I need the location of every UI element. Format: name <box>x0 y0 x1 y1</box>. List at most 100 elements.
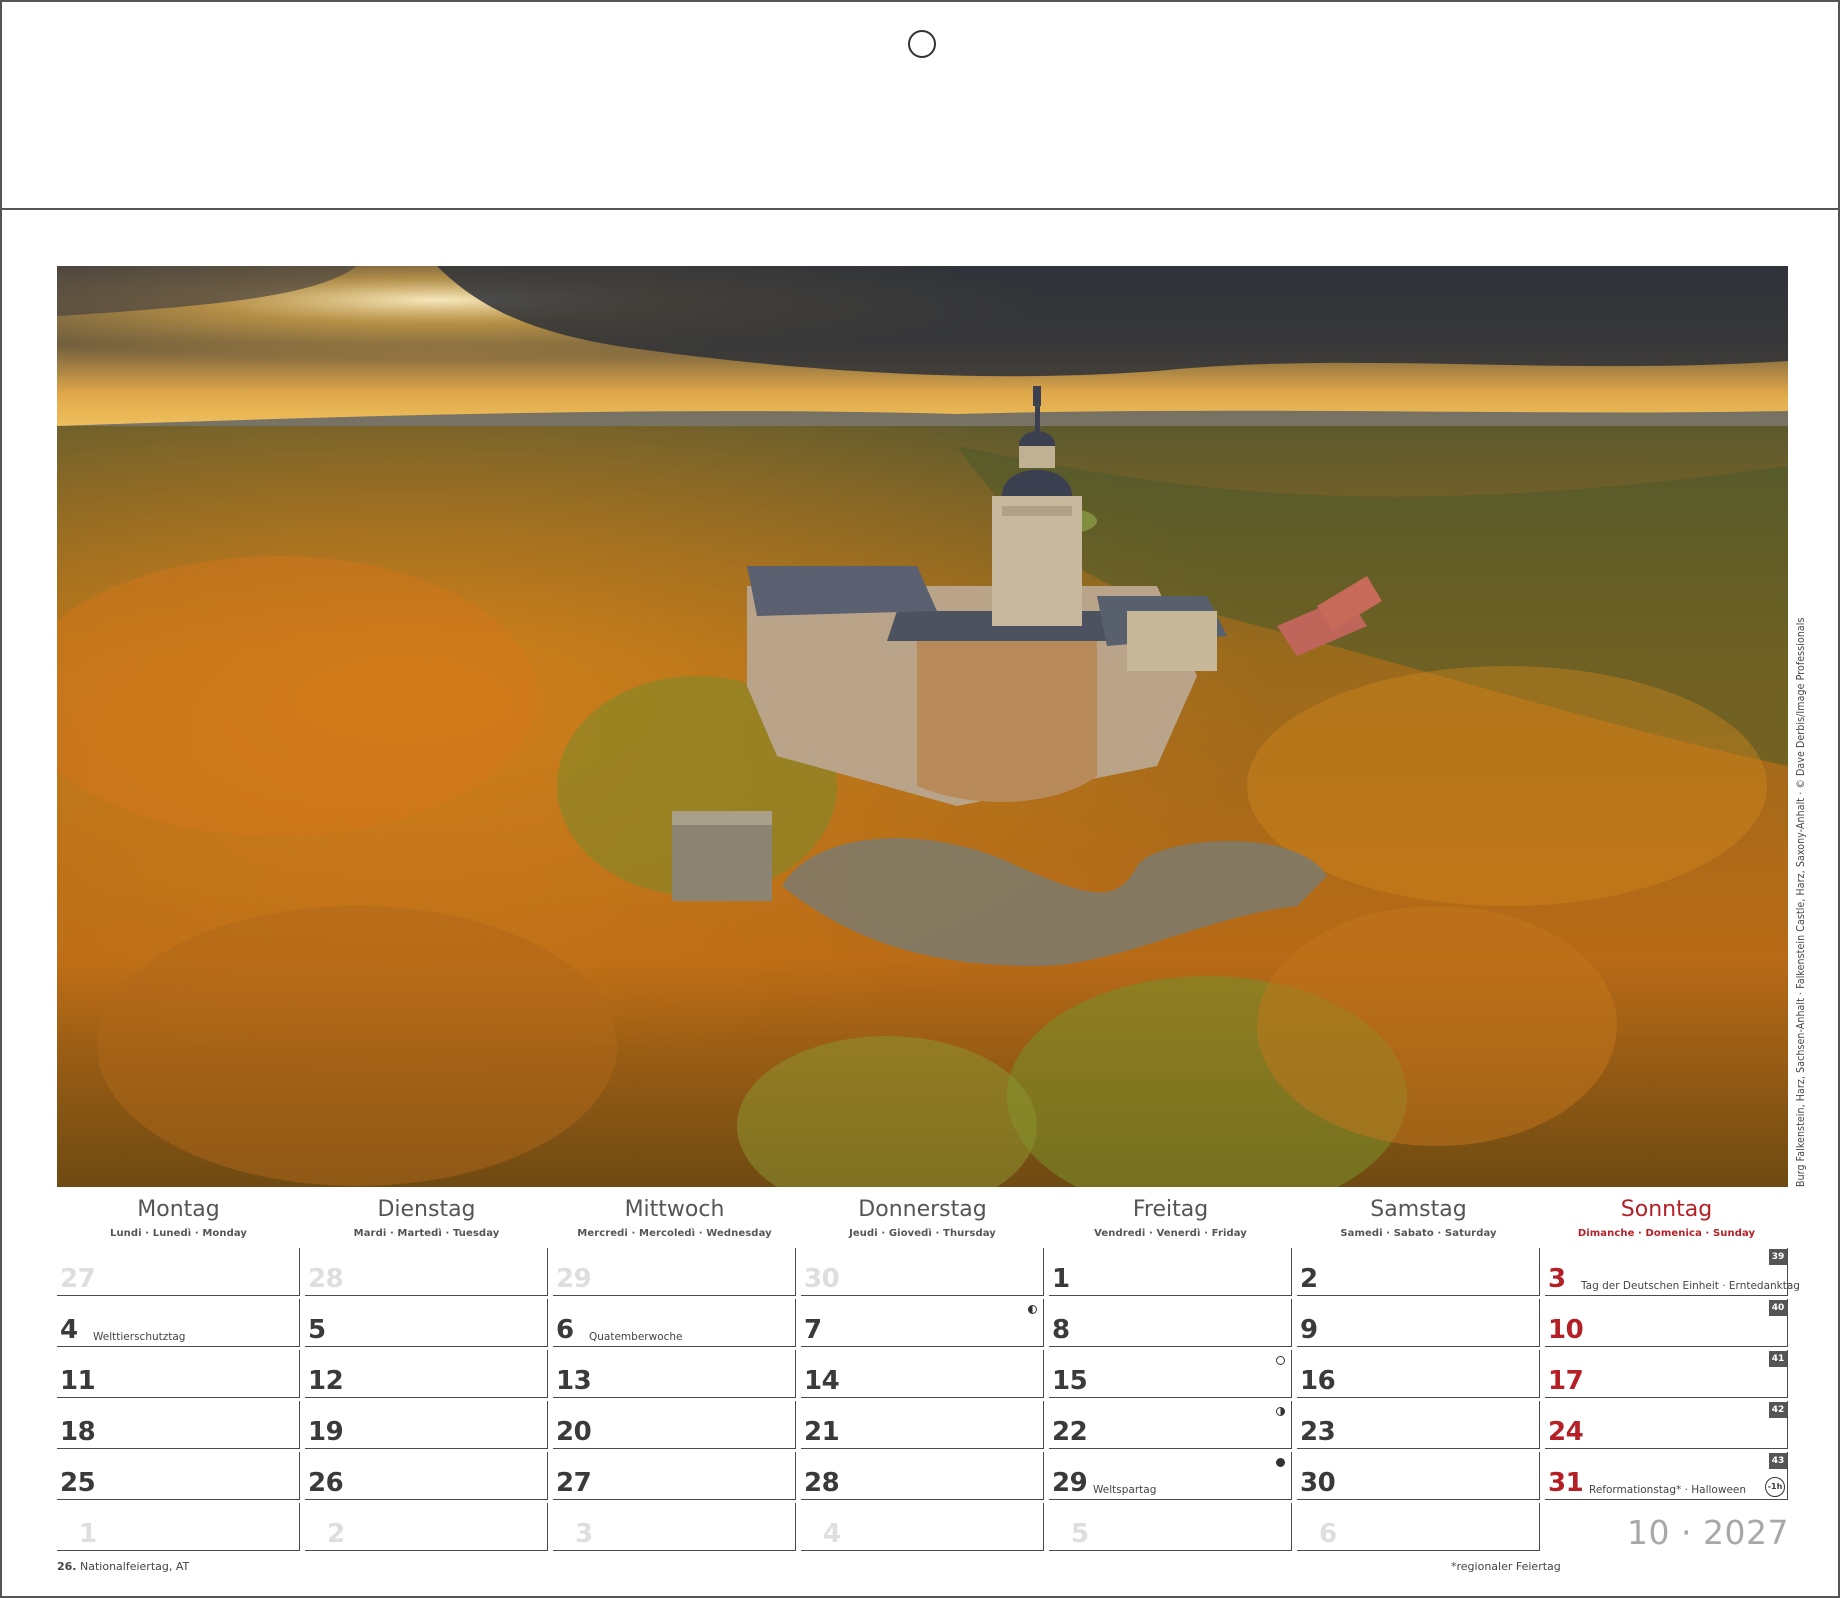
day-cell: 24 42 <box>1545 1401 1788 1449</box>
weekday-name: Dienstag <box>377 1197 476 1222</box>
day-cell: 1 <box>1049 1248 1292 1296</box>
day-cell: 10 40 <box>1545 1299 1788 1347</box>
day-cell: 21 <box>801 1401 1044 1449</box>
day-number: 20 <box>556 1417 592 1447</box>
day-note: Reformationstag* · Halloween <box>1589 1484 1747 1496</box>
calendar-page: Burg Falkenstein, Harz, Sachsen-Anhalt ·… <box>0 0 1840 1598</box>
footer-holiday-day: 26. <box>57 1560 77 1573</box>
calendar-week-badge: 41 <box>1769 1351 1787 1367</box>
day-number: 16 <box>1300 1366 1336 1396</box>
day-number: 27 <box>556 1468 592 1498</box>
weekday-header: Sonntag Dimanche · Domenica · Sunday <box>1545 1192 1788 1239</box>
weekday-translations: Jeudi · Giovedì · Thursday <box>849 1228 996 1239</box>
day-number: 5 <box>1071 1519 1089 1549</box>
day-number: 28 <box>804 1468 840 1498</box>
day-number: 13 <box>556 1366 592 1396</box>
weekday-name: Donnerstag <box>858 1197 987 1222</box>
weekday-header: Freitag Vendredi · Venerdì · Friday <box>1049 1192 1292 1239</box>
day-note: Weltspartag <box>1093 1484 1157 1496</box>
day-cell: 18 <box>57 1401 300 1449</box>
day-number: 28 <box>308 1264 344 1294</box>
day-number: 23 <box>1300 1417 1336 1447</box>
day-number: 5 <box>308 1315 326 1345</box>
day-cell: 5 <box>305 1299 548 1347</box>
day-cell: 5 <box>1049 1503 1292 1551</box>
day-cell: 27 <box>553 1452 796 1500</box>
weekday-name: Samstag <box>1370 1197 1467 1222</box>
day-cell: 23 <box>1297 1401 1540 1449</box>
day-cell: 20 <box>553 1401 796 1449</box>
day-note: Quatemberwoche <box>589 1331 683 1343</box>
day-number: 19 <box>308 1417 344 1447</box>
day-number: 7 <box>804 1315 822 1345</box>
castle-photo <box>57 266 1788 1187</box>
day-cell: 29 <box>553 1248 796 1296</box>
weekday-header: Dienstag Mardi · Martedì · Tuesday <box>305 1192 548 1239</box>
day-number: 6 <box>556 1315 574 1345</box>
moon-phase-full-icon <box>1276 1356 1285 1365</box>
day-cell: 8 <box>1049 1299 1292 1347</box>
day-cell: 6 Quatemberwoche <box>553 1299 796 1347</box>
day-cell: 3 <box>553 1503 796 1551</box>
day-number: 21 <box>804 1417 840 1447</box>
month-year-label: 10 · 2027 <box>1627 1513 1789 1552</box>
day-cell: 13 <box>553 1350 796 1398</box>
day-number: 14 <box>804 1366 840 1396</box>
day-note: Tag der Deutschen Einheit · Erntedanktag <box>1581 1280 1800 1292</box>
footer-holiday-note: 26. Nationalfeiertag, AT <box>57 1560 189 1573</box>
hanger-strip <box>2 2 1838 210</box>
weekday-header: Mittwoch Mercredi · Mercoledì · Wednesday <box>553 1192 796 1239</box>
day-number: 1 <box>79 1519 97 1549</box>
day-cell: 27 <box>57 1248 300 1296</box>
day-cell: 25 <box>57 1452 300 1500</box>
day-cell: 15 <box>1049 1350 1292 1398</box>
day-cell: 28 <box>305 1248 548 1296</box>
day-number: 29 <box>1052 1468 1088 1498</box>
day-number: 2 <box>1300 1264 1318 1294</box>
day-cell: 26 <box>305 1452 548 1500</box>
day-number: 9 <box>1300 1315 1318 1345</box>
day-number: 2 <box>327 1519 345 1549</box>
weekday-name: Sonntag <box>1620 1197 1713 1222</box>
day-cell: 30 <box>801 1248 1044 1296</box>
day-cell: 14 <box>801 1350 1044 1398</box>
day-number: 29 <box>556 1264 592 1294</box>
hanging-hole <box>908 30 936 58</box>
day-cell: 2 <box>305 1503 548 1551</box>
day-cell: 29 Weltspartag <box>1049 1452 1292 1500</box>
day-cell: 4 <box>801 1503 1044 1551</box>
weekday-header: Samstag Samedi · Sabato · Saturday <box>1297 1192 1540 1239</box>
weekday-translations: Samedi · Sabato · Saturday <box>1340 1228 1497 1239</box>
day-cell: 1 <box>57 1503 300 1551</box>
weekday-translations: Lundi · Lunedì · Monday <box>109 1228 248 1239</box>
day-cell: 11 <box>57 1350 300 1398</box>
day-number: 31 <box>1548 1468 1584 1498</box>
day-cell: 19 <box>305 1401 548 1449</box>
moon-phase-first-icon <box>1276 1407 1285 1416</box>
weekday-name: Mittwoch <box>624 1197 725 1222</box>
day-cell: 16 <box>1297 1350 1540 1398</box>
day-number: 4 <box>60 1315 78 1345</box>
day-cell: 30 <box>1297 1452 1540 1500</box>
castle-photo-image <box>57 266 1788 1187</box>
photo-credit: Burg Falkenstein, Harz, Sachsen-Anhalt ·… <box>1795 617 1807 1187</box>
day-number: 6 <box>1319 1519 1337 1549</box>
day-number: 25 <box>60 1468 96 1498</box>
day-number: 22 <box>1052 1417 1088 1447</box>
moon-phase-new-icon <box>1276 1458 1285 1467</box>
day-cell: 4 Welttierschutztag <box>57 1299 300 1347</box>
weekday-translations: Mercredi · Mercoledì · Wednesday <box>577 1228 772 1239</box>
day-number: 3 <box>1548 1264 1566 1294</box>
day-cell: 31 Reformationstag* · Halloween 43 -1h <box>1545 1452 1788 1500</box>
moon-phase-last-icon <box>1028 1305 1037 1314</box>
day-number: 11 <box>60 1366 96 1396</box>
day-cell: 12 <box>305 1350 548 1398</box>
day-number: 12 <box>308 1366 344 1396</box>
day-cell: 3 Tag der Deutschen Einheit · Erntedankta… <box>1545 1248 1800 1296</box>
day-number: 27 <box>60 1264 96 1294</box>
day-number: 15 <box>1052 1366 1088 1396</box>
weekday-name: Freitag <box>1132 1197 1209 1222</box>
day-number: 18 <box>60 1417 96 1447</box>
day-number: 1 <box>1052 1264 1070 1294</box>
footer-holiday-text: Nationalfeiertag, AT <box>80 1560 190 1573</box>
